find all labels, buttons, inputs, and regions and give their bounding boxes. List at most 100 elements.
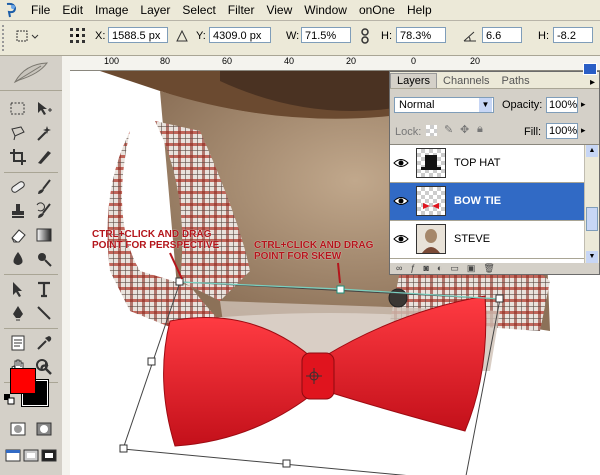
magic-wand-tool[interactable]	[32, 122, 56, 144]
new-layer-icon[interactable]: ▣	[467, 263, 476, 274]
layers-footer: ∞ ƒ ◙ ◐ ▭ ▣ 🗑︎	[390, 262, 599, 274]
opacity-chevron-icon[interactable]: ▸	[581, 99, 586, 110]
visibility-eye-icon[interactable]	[393, 156, 409, 170]
lock-position-icon[interactable]: ✥	[460, 123, 469, 136]
clone-stamp-tool[interactable]	[6, 200, 30, 222]
screen-mode-standard-button[interactable]	[4, 444, 22, 466]
foreground-color-swatch[interactable]	[10, 368, 36, 394]
menu-onone[interactable]: onOne	[353, 0, 401, 20]
layer-row-top-hat[interactable]: TOP HAT	[390, 145, 584, 183]
screen-mode-full-menu-button[interactable]	[22, 444, 40, 466]
healing-brush-tool[interactable]	[6, 176, 30, 198]
eraser-tool[interactable]	[6, 224, 30, 246]
slice-icon	[38, 151, 51, 164]
ruler-tick-label: 0	[411, 56, 417, 66]
blur-tool[interactable]	[6, 248, 30, 270]
screen-mode-full-button[interactable]	[40, 444, 58, 466]
visibility-eye-icon[interactable]	[393, 194, 409, 208]
panel-close-icon[interactable]	[583, 63, 597, 75]
type-icon	[38, 281, 50, 298]
menu-image[interactable]: Image	[89, 0, 134, 20]
menu-help[interactable]: Help	[401, 0, 438, 20]
lasso-icon	[11, 126, 25, 141]
tab-channels[interactable]: Channels	[437, 74, 495, 88]
magic-wand-icon	[37, 126, 51, 141]
relative-positioning-icon[interactable]	[174, 27, 190, 45]
brush-tool[interactable]	[32, 176, 56, 198]
scroll-thumb[interactable]	[586, 207, 598, 231]
standard-mode-button[interactable]	[6, 418, 30, 440]
slice-tool[interactable]	[32, 146, 56, 168]
scroll-up-icon[interactable]: ▲	[586, 145, 598, 157]
gradient-tool[interactable]	[32, 224, 56, 246]
quick-mask-button[interactable]	[32, 418, 56, 440]
dodge-icon	[38, 253, 52, 267]
y-field[interactable]: 4309.0 px	[209, 27, 271, 43]
adjustment-layer-icon[interactable]: ◐	[437, 263, 442, 273]
layers-scrollbar[interactable]: ▲ ▼	[584, 145, 599, 263]
menu-layer[interactable]: Layer	[134, 0, 176, 20]
link-aspect-ratio-icon[interactable]	[358, 27, 372, 45]
ruler-tick-label: 20	[470, 56, 481, 66]
x-field[interactable]: 1588.5 px	[108, 27, 168, 43]
tab-paths[interactable]: Paths	[496, 74, 536, 88]
dodge-tool[interactable]	[32, 248, 56, 270]
marquee-icon	[10, 102, 25, 115]
screen-mode-full-menu-icon	[23, 449, 39, 462]
menu-file[interactable]: File	[25, 0, 56, 20]
rotate-angle-field[interactable]: 6.6	[482, 27, 522, 43]
menu-edit[interactable]: Edit	[56, 0, 89, 20]
layers-panel-tabs: Layers Channels Paths ▸	[390, 72, 599, 89]
panel-menu-icon[interactable]: ▸	[590, 77, 595, 88]
fill-chevron-icon[interactable]: ▸	[581, 125, 586, 136]
move-tool[interactable]	[32, 98, 56, 120]
lock-transparent-icon[interactable]	[426, 125, 437, 136]
blend-mode-select[interactable]: Normal ▼	[394, 97, 494, 113]
layer-name-top-hat: TOP HAT	[454, 157, 501, 169]
width-field[interactable]: 71.5%	[301, 27, 351, 43]
opacity-field[interactable]: 100%	[546, 97, 578, 113]
delete-layer-icon[interactable]: 🗑︎	[483, 263, 494, 274]
layer-row-bow-tie[interactable]: BOW TIE	[390, 183, 584, 221]
drop-icon	[13, 252, 23, 265]
menu-select[interactable]: Select	[176, 0, 221, 20]
visibility-eye-icon[interactable]	[393, 232, 409, 246]
layer-style-icon[interactable]: ƒ	[410, 263, 415, 273]
ruler-tick-label: 80	[160, 56, 171, 66]
menu-window[interactable]: Window	[298, 0, 353, 20]
ruler-top: 100 80 60 40 20 0 20	[62, 56, 600, 71]
marquee-tool[interactable]	[6, 98, 30, 120]
swap-colors-icon[interactable]	[38, 362, 52, 376]
reference-point-icon[interactable]	[68, 27, 88, 45]
crop-tool[interactable]	[6, 146, 30, 168]
y-label: Y:	[196, 30, 206, 42]
default-colors-icon[interactable]	[4, 394, 16, 406]
lock-label: Lock:	[395, 126, 422, 138]
new-group-icon[interactable]: ▭	[450, 263, 459, 274]
layer-row-steve[interactable]: STEVE	[390, 221, 584, 259]
photoshop-logo-icon	[3, 2, 21, 18]
chevron-down-icon: ▼	[479, 98, 492, 112]
lock-image-icon[interactable]: ✎	[444, 123, 453, 136]
line-tool[interactable]	[32, 302, 56, 324]
pen-tool[interactable]	[6, 302, 30, 324]
menu-view[interactable]: View	[260, 0, 298, 20]
tab-layers[interactable]: Layers	[390, 73, 438, 88]
link-layers-icon[interactable]: ∞	[396, 263, 402, 273]
fill-field[interactable]: 100%	[546, 123, 578, 139]
layer-mask-icon[interactable]: ◙	[423, 263, 428, 273]
history-brush-tool[interactable]	[32, 200, 56, 222]
eyedropper-tool[interactable]	[32, 332, 56, 354]
eyedropper-icon	[37, 336, 52, 350]
menu-filter[interactable]: Filter	[222, 0, 261, 20]
options-grip[interactable]	[2, 25, 8, 51]
transform-tool-preset-icon[interactable]	[14, 27, 42, 45]
height-field[interactable]: 78.3%	[396, 27, 446, 43]
lasso-tool[interactable]	[6, 122, 30, 144]
path-selection-tool[interactable]	[6, 278, 30, 300]
options-bar: X: 1588.5 px Y: 4309.0 px W: 71.5% H: 78…	[0, 21, 600, 56]
notes-tool[interactable]	[6, 332, 30, 354]
type-tool[interactable]	[32, 278, 56, 300]
lock-all-icon[interactable]: 🔒︎	[477, 123, 483, 136]
h-skew-field[interactable]: -8.2	[553, 27, 593, 43]
